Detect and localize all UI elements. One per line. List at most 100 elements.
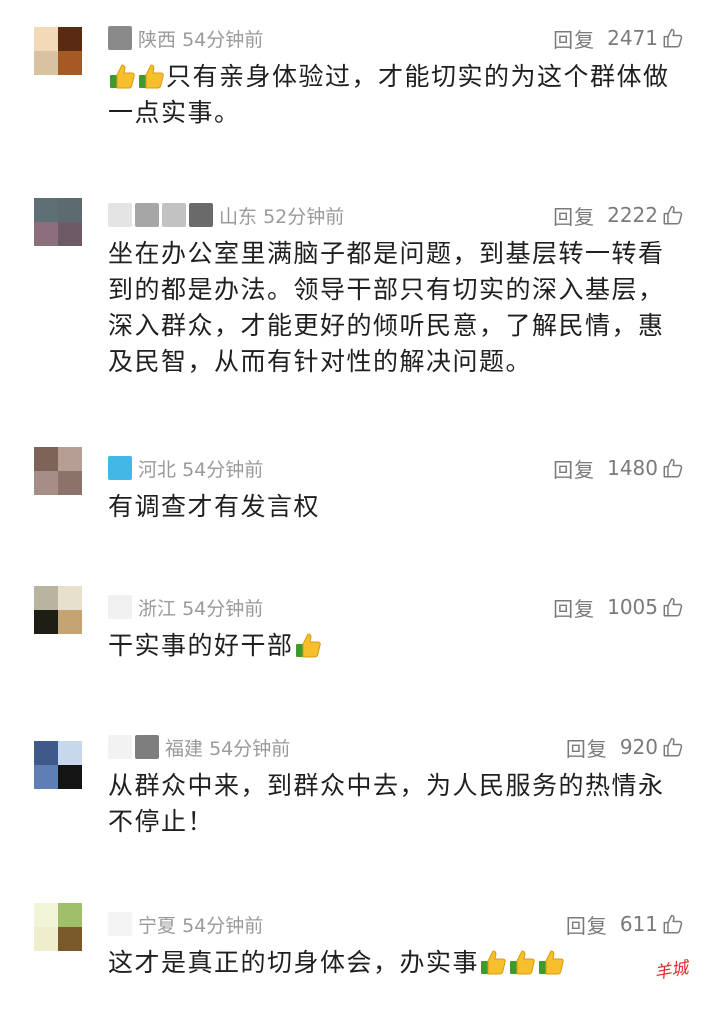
thumbs-up-icon (663, 28, 683, 48)
avatar-mosaic-tile (58, 610, 82, 634)
username-redacted[interactable] (108, 595, 132, 619)
avatar-mosaic-tile (58, 903, 82, 927)
username-redacted[interactable] (108, 26, 132, 50)
like-count: 920 (619, 735, 658, 759)
like-button[interactable]: 2471 (607, 26, 684, 50)
like-count: 2471 (607, 26, 658, 50)
like-count: 1005 (607, 595, 658, 619)
like-button[interactable]: 611 (620, 912, 684, 936)
comment-text: 干实事的好干部 (108, 628, 688, 664)
reply-button[interactable]: 回复 (553, 593, 595, 622)
username-mosaic-block (108, 912, 132, 936)
username-mosaic-block (189, 203, 213, 227)
reply-button[interactable]: 回复 (553, 201, 595, 230)
username-mosaic-block (108, 735, 132, 759)
avatar-mosaic-tile (58, 765, 82, 789)
username-mosaic-block (135, 203, 159, 227)
username-mosaic-block (108, 26, 132, 50)
like-button[interactable]: 1480 (607, 456, 684, 480)
comment-text: 从群众中来，到群众中去，为人民服务的热情永不停止！ (108, 771, 665, 836)
avatar-mosaic-tile (34, 765, 58, 789)
avatar-mosaic-tile (58, 586, 82, 610)
avatar[interactable] (34, 903, 82, 951)
like-count: 611 (619, 912, 658, 936)
location: 宁夏 (138, 914, 177, 937)
comment-meta: 福建 54分钟前 (108, 730, 290, 764)
timestamp: 54分钟前 (182, 458, 264, 481)
username-mosaic-block (108, 203, 132, 227)
timestamp: 54分钟前 (182, 914, 264, 937)
location: 浙江 (138, 597, 177, 620)
like-count: 2222 (607, 203, 658, 227)
comment-actions: 回复 1480 (553, 451, 684, 485)
avatar-mosaic-tile (58, 447, 82, 471)
avatar-mosaic-tile (34, 903, 58, 927)
avatar-mosaic-tile (34, 471, 58, 495)
timestamp: 54分钟前 (182, 597, 264, 620)
reply-button[interactable]: 回复 (566, 910, 608, 939)
reply-button[interactable]: 回复 (566, 733, 608, 762)
avatar[interactable] (34, 586, 82, 634)
comment-actions: 回复 920 (566, 730, 684, 764)
avatar[interactable] (34, 27, 82, 75)
reply-button[interactable]: 回复 (553, 454, 595, 483)
avatar[interactable] (34, 447, 82, 495)
username-redacted[interactable] (108, 203, 213, 227)
avatar-mosaic-tile (34, 198, 58, 222)
comment-text: 这才是真正的切身体会，办实事 (108, 945, 688, 981)
comment-text: 坐在办公室里满脑子都是问题，到基层转一转看到的都是办法。领导干部只有切实的深入基… (108, 239, 665, 376)
location: 福建 (165, 737, 204, 760)
avatar[interactable] (34, 198, 82, 246)
avatar-mosaic-tile (58, 927, 82, 951)
avatar-mosaic-tile (58, 471, 82, 495)
thumbs-up-icon (663, 914, 683, 934)
thumbs-up-emoji-icon (508, 948, 536, 976)
avatar-mosaic-tile (58, 741, 82, 765)
avatar-mosaic-tile (34, 27, 58, 51)
username-mosaic-block (108, 456, 132, 480)
location: 河北 (138, 458, 177, 481)
username-mosaic-block (108, 595, 132, 619)
thumbs-up-icon (663, 458, 683, 478)
avatar-mosaic-tile (58, 27, 82, 51)
like-button[interactable]: 2222 (607, 203, 684, 227)
comment-meta: 浙江 54分钟前 (108, 590, 263, 624)
comment-actions: 回复 611 (566, 907, 684, 941)
comment-meta: 山东 52分钟前 (108, 198, 344, 232)
username-redacted[interactable] (108, 735, 159, 759)
avatar-mosaic-tile (34, 222, 58, 246)
username-mosaic-block (135, 735, 159, 759)
timestamp: 52分钟前 (263, 205, 345, 228)
avatar-mosaic-tile (58, 222, 82, 246)
avatar-mosaic-tile (34, 51, 58, 75)
comment-text: 只有亲身体验过，才能切实的为这个群体做一点实事。 (108, 62, 670, 127)
location: 陕西 (138, 28, 177, 51)
username-mosaic-block (162, 203, 186, 227)
timestamp: 54分钟前 (182, 28, 264, 51)
username-redacted[interactable] (108, 456, 132, 480)
username-redacted[interactable] (108, 912, 132, 936)
avatar[interactable] (34, 741, 82, 789)
like-button[interactable]: 1005 (607, 595, 684, 619)
reply-button[interactable]: 回复 (553, 24, 595, 53)
thumbs-up-icon (663, 597, 683, 617)
comment-meta: 宁夏 54分钟前 (108, 907, 263, 941)
thumbs-up-emoji-icon (108, 62, 136, 90)
thumbs-up-emoji-icon (479, 948, 507, 976)
avatar-mosaic-tile (58, 51, 82, 75)
comment-text: 有调查才有发言权 (108, 492, 321, 521)
thumbs-up-emoji-icon (294, 631, 322, 659)
avatar-mosaic-tile (34, 741, 58, 765)
comment-actions: 回复 1005 (553, 590, 684, 624)
like-button[interactable]: 920 (620, 735, 684, 759)
comment-actions: 回复 2471 (553, 21, 684, 55)
thumbs-up-icon (663, 737, 683, 757)
comment-actions: 回复 2222 (553, 198, 684, 232)
thumbs-up-icon (663, 205, 683, 225)
timestamp: 54分钟前 (209, 737, 291, 760)
avatar-mosaic-tile (34, 927, 58, 951)
thumbs-up-emoji-icon (537, 948, 565, 976)
like-count: 1480 (607, 456, 658, 480)
comment-meta: 陕西 54分钟前 (108, 21, 263, 55)
avatar-mosaic-tile (34, 447, 58, 471)
